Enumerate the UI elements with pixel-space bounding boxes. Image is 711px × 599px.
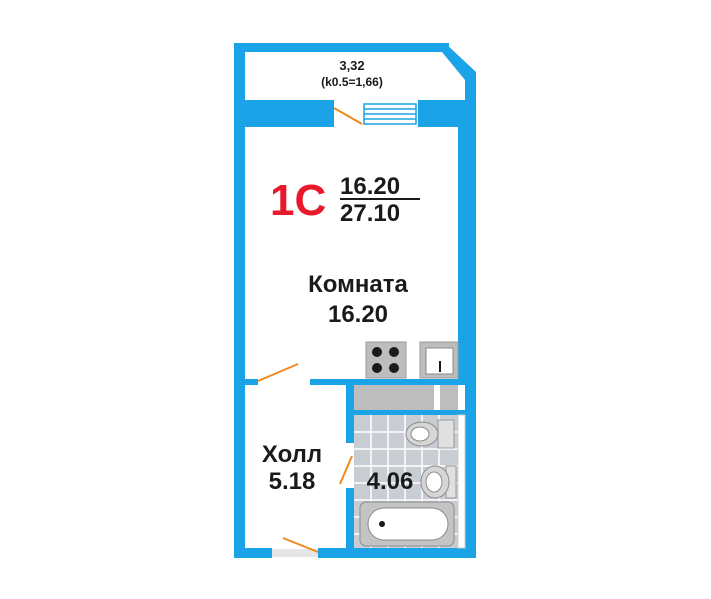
inner-right-wall: [458, 127, 465, 380]
loggia-coef: (k0.5=1,66): [321, 75, 383, 89]
hall-area: 5.18: [269, 468, 316, 495]
loggia-area: 3,32: [339, 58, 364, 73]
loggia-top-wall: [234, 43, 449, 52]
tile-edge: [457, 414, 466, 549]
living-room-name: Комната: [308, 271, 408, 298]
floor-plan: 3,32 (k0.5=1,66) 1С 16.20 27.10 Комната …: [234, 43, 476, 558]
living-room-area: 16.20: [328, 301, 388, 328]
washbasin-icon: [420, 465, 457, 499]
loggia-bottom-wall-right: [418, 100, 476, 127]
bathtub-icon: [359, 501, 455, 547]
kitchen-counter-right: [440, 385, 458, 410]
plan-type-code: 1С: [270, 176, 326, 225]
bottom-wall-left: [234, 548, 272, 558]
bath-area: 4.06: [367, 468, 414, 495]
stove-icon: [365, 341, 407, 379]
bath-top-divider: [346, 410, 476, 415]
plan-total-area: 27.10: [340, 200, 400, 227]
kitchen-counter-left: [354, 385, 434, 410]
bath-wall-lower: [346, 488, 354, 558]
plan-living-area: 16.20: [340, 173, 400, 200]
right-wall: [465, 80, 476, 558]
sink-icon: [419, 341, 459, 379]
toilet-icon: [405, 419, 455, 449]
hall-name: Холл: [262, 441, 322, 468]
hall-partition-left: [234, 379, 258, 385]
hall-partition-right: [310, 379, 476, 385]
bottom-wall-right: [318, 548, 476, 558]
loggia-bottom-wall-left: [234, 100, 334, 127]
window-icon: [363, 103, 417, 125]
